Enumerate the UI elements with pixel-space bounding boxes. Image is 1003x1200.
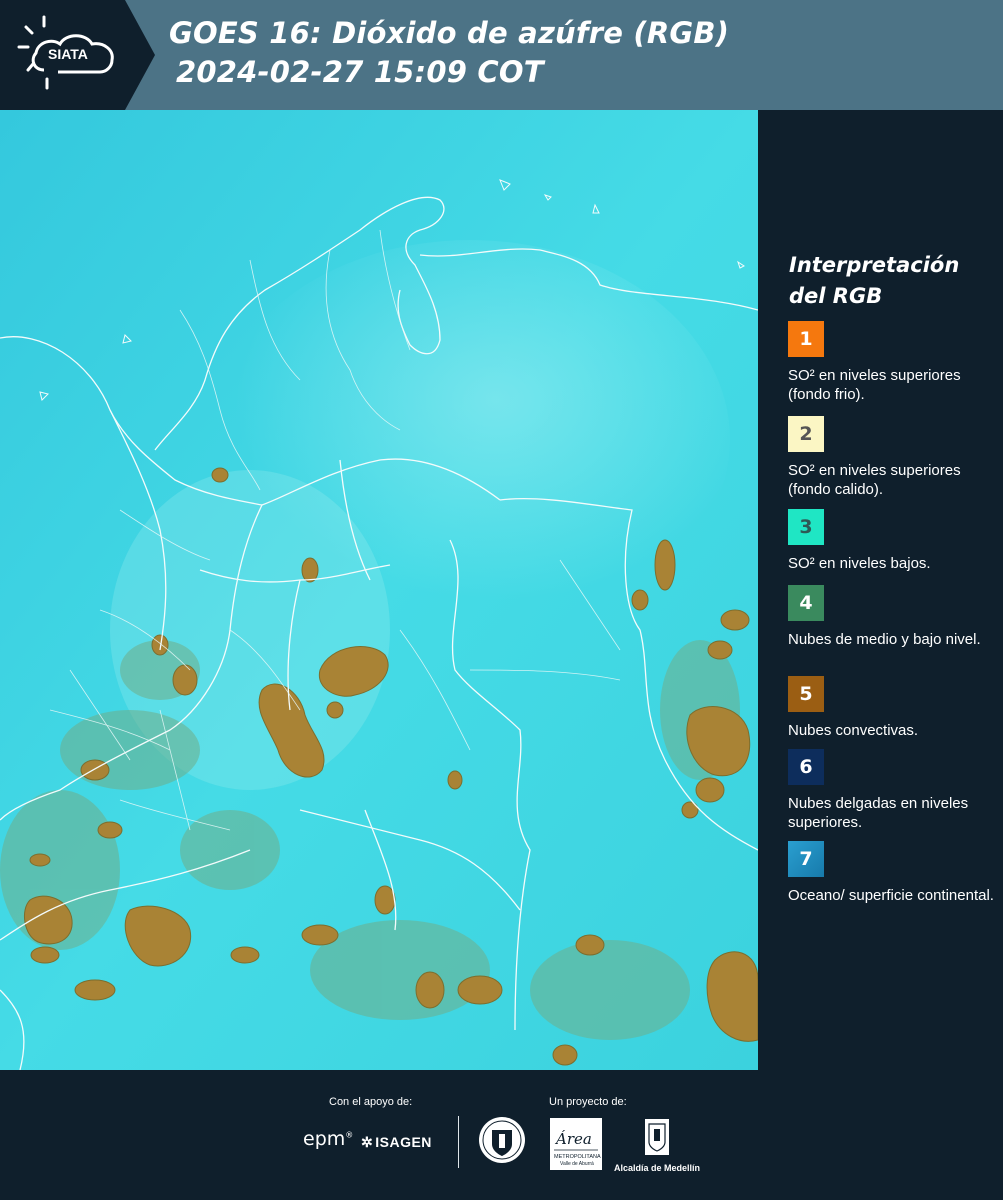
legend-swatch-5: 5 — [788, 676, 824, 712]
legend-item-7: 7 Oceano/ superficie continental. — [788, 841, 1000, 905]
satellite-map — [0, 110, 758, 1070]
footer-divider — [458, 1116, 459, 1168]
siata-logo-graphic: SIATA — [0, 0, 155, 110]
project-caption: Un proyecto de: — [549, 1096, 627, 1108]
legend-item-5: 5 Nubes convectivas. — [788, 676, 1000, 740]
metropolitana-logo[interactable]: Área METROPOLITANA Valle de Aburrá — [550, 1118, 602, 1170]
footer: Con el apoyo de: Un proyecto de: epm® ✲ I… — [0, 1070, 1003, 1200]
isagen-logo-text: ISAGEN — [375, 1134, 432, 1150]
legend-swatch-4: 4 — [788, 585, 824, 621]
legend-label-7: Oceano/ superficie continental. — [788, 887, 994, 904]
legend-swatch-6: 6 — [788, 749, 824, 785]
medellin-seal-icon[interactable] — [477, 1114, 527, 1166]
legend-label-5: Nubes convectivas. — [788, 722, 919, 739]
legend-swatch-3: 3 — [788, 509, 824, 545]
metropolitana-logo-text: Área — [554, 1130, 592, 1148]
legend-item-1: 1 SO² en niveles superiores (fondo frio)… — [788, 321, 1000, 404]
alcaldia-label: Alcaldía de Medellín — [613, 1163, 701, 1173]
alcaldia-logo[interactable]: Alcaldía de Medellín — [612, 1118, 702, 1173]
legend-swatch-7: 7 — [788, 841, 824, 877]
siata-logo-text: SIATA — [48, 46, 88, 62]
siata-logo[interactable]: SIATA — [0, 0, 155, 110]
metropolitana-sub-text: METROPOLITANA — [554, 1154, 601, 1160]
epm-logo-text: epm — [303, 1128, 346, 1150]
legend-label-4: Nubes de medio y bajo nivel. — [788, 631, 981, 648]
epm-logo[interactable]: epm® — [303, 1128, 353, 1150]
page-title: GOES 16: Dióxido de azúfre (RGB) — [169, 16, 730, 50]
legend-item-2: 2 SO² en niveles superiores (fondo calid… — [788, 416, 1000, 499]
legend-label-3: SO² en niveles bajos. — [788, 555, 931, 572]
legend-swatch-1: 1 — [788, 321, 824, 357]
legend-title: Interpretación del RGB — [789, 253, 960, 308]
metropolitana-sub2-text: Valle de Aburrá — [560, 1161, 594, 1167]
isagen-logo[interactable]: ✲ ISAGEN — [361, 1134, 432, 1151]
map-image — [0, 110, 758, 1070]
header-bar: SIATA GOES 16: Dióxido de azúfre (RGB) 2… — [0, 0, 1003, 110]
legend-label-2: SO² en niveles superiores (fondo calido)… — [788, 462, 961, 498]
legend-item-6: 6 Nubes delgadas en niveles superiores. — [788, 749, 1000, 832]
legend-label-1: SO² en niveles superiores (fondo frio). — [788, 367, 961, 403]
legend-label-6: Nubes delgadas en niveles superiores. — [788, 795, 969, 831]
legend-item-3: 3 SO² en niveles bajos. — [788, 509, 1000, 573]
alcaldia-shield-icon — [645, 1119, 669, 1155]
support-caption: Con el apoyo de: — [329, 1096, 413, 1108]
isagen-mark-icon: ✲ — [361, 1134, 374, 1150]
legend-item-4: 4 Nubes de medio y bajo nivel. — [788, 585, 1000, 649]
timestamp: 2024-02-27 15:09 COT — [176, 55, 544, 89]
legend-panel: Interpretación del RGB 1 SO² en niveles … — [760, 110, 1003, 1070]
legend-swatch-2: 2 — [788, 416, 824, 452]
